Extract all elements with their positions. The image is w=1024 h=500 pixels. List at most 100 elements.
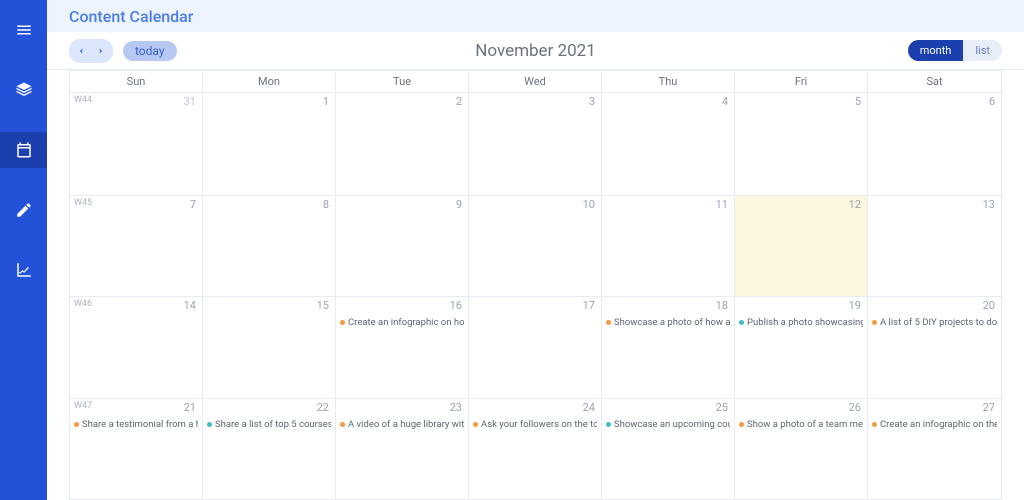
next-button[interactable] [91,40,111,62]
calendar-icon[interactable] [0,132,47,168]
calendar-cell[interactable]: W46 14 [70,297,203,398]
menu-icon[interactable] [0,12,47,48]
day-number: 11 [716,198,728,211]
calendar-cell[interactable]: 8 [203,196,336,297]
day-number: 8 [323,198,329,211]
event-dot-icon [606,422,611,427]
calendar-cell[interactable]: 9 [336,196,469,297]
day-header-cell: Wed [469,71,602,92]
calendar-cell[interactable]: 23A video of a huge library with … [336,399,469,500]
event-title: Create an infographic on the … [880,419,997,430]
calendar-cell[interactable]: 24 Ask your followers on the topi… [469,399,602,500]
calendar-grid: W4431123456W4578910111213W46141516Create… [69,92,1002,500]
day-number: 14 [184,299,196,312]
event-title: A list of 5 DIY projects to do ar… [880,317,997,328]
week-label: W44 [74,95,92,105]
calendar-event[interactable]: Publish a photo showcasing h… [739,317,863,328]
calendar-cell[interactable]: 26 Show a photo of a team meeti… [735,399,868,500]
week-label: W45 [74,198,92,208]
day-header: SunMonTueWedThuFriSat [69,70,1002,92]
day-number: 5 [855,95,861,108]
event-dot-icon [473,422,478,427]
calendar-cell[interactable]: W4721Share a testimonial from a ha… [70,399,203,500]
calendar-cell[interactable]: W4431 [70,93,203,195]
layers-icon[interactable] [0,72,47,108]
calendar-cell[interactable]: 10 [469,196,602,297]
calendar-cell[interactable]: 17 [469,297,602,398]
day-number: 12 [849,198,861,211]
event-dot-icon [74,422,79,427]
day-number: 17 [583,299,595,312]
calendar-cell[interactable]: 27Create an infographic on the … [868,399,1001,500]
week-label: W46 [74,299,92,309]
calendar-cell[interactable]: 20A list of 5 DIY projects to do ar… [868,297,1001,398]
day-number: 18 [716,299,728,312]
calendar-event[interactable]: Showcase an upcoming cours… [606,419,730,430]
edit-icon[interactable] [0,192,47,228]
calendar-cell[interactable]: W457 [70,196,203,297]
day-number: 2 [456,95,462,108]
view-month-button[interactable]: month [908,40,964,61]
calendar-cell[interactable]: 11 [602,196,735,297]
calendar-event[interactable]: A video of a huge library with … [340,419,464,430]
day-number: 26 [849,401,861,414]
event-title: Show a photo of a team meeti… [747,419,863,430]
today-button[interactable]: today [123,41,177,61]
day-number: 22 [317,401,329,414]
calendar-event[interactable]: Share a testimonial from a ha… [74,419,198,430]
event-title: Create an infographic on how … [348,317,464,328]
calendar-event[interactable]: Showcase a photo of how a b… [606,317,730,328]
prev-button[interactable] [71,40,91,62]
day-number: 15 [317,299,329,312]
event-title: Ask your followers on the topi… [481,419,597,430]
calendar-cell[interactable]: 18 Showcase a photo of how a b… [602,297,735,398]
calendar-cell[interactable]: 5 [735,93,868,195]
calendar-event[interactable]: Create an infographic on the … [872,419,997,430]
day-number: 4 [722,95,728,108]
day-header-cell: Sun [70,71,203,92]
calendar-cell[interactable]: 25 Showcase an upcoming cours… [602,399,735,500]
calendar-cell[interactable]: 3 [469,93,602,195]
calendar-cell[interactable]: 2 [336,93,469,195]
day-number: 21 [184,401,196,414]
calendar-cell[interactable]: 16Create an infographic on how … [336,297,469,398]
view-list-button[interactable]: list [963,40,1002,61]
day-header-cell: Thu [602,71,735,92]
event-title: Share a list of top 5 courses t… [215,419,331,430]
sidebar [0,0,47,500]
calendar-event[interactable]: Show a photo of a team meeti… [739,419,863,430]
calendar-row: W44311 23 4 5 6 [70,93,1001,195]
event-title: A video of a huge library with … [348,419,464,430]
calendar-event[interactable]: Ask your followers on the topi… [473,419,597,430]
day-number: 24 [583,401,595,414]
day-header-cell: Tue [336,71,469,92]
view-switch: month list [908,40,1002,61]
calendar-event[interactable]: Create an infographic on how … [340,317,464,328]
calendar-cell[interactable]: 13 [868,196,1001,297]
calendar-event[interactable]: Share a list of top 5 courses t… [207,419,331,430]
day-number: 25 [716,401,728,414]
event-dot-icon [340,320,345,325]
day-number: 10 [583,198,595,211]
calendar-event[interactable]: A list of 5 DIY projects to do ar… [872,317,997,328]
calendar-row: W4721Share a testimonial from a ha…22Sha… [70,398,1001,500]
event-title: Showcase a photo of how a b… [614,317,730,328]
chart-icon[interactable] [0,252,47,288]
calendar-cell[interactable]: 6 [868,93,1001,195]
day-number: 6 [989,95,995,108]
calendar-cell[interactable]: 22 Share a list of top 5 courses t… [203,399,336,500]
current-month-label: November 2021 [475,41,596,61]
day-number: 13 [983,198,995,211]
page-title: Content Calendar [69,7,193,26]
event-dot-icon [872,422,877,427]
calendar-cell[interactable]: 12 [735,196,868,297]
calendar-cell[interactable]: 15 [203,297,336,398]
calendar-cell[interactable]: 4 [602,93,735,195]
event-title: Showcase an upcoming cours… [614,419,730,430]
event-dot-icon [872,320,877,325]
calendar-cell[interactable]: 1 [203,93,336,195]
event-dot-icon [207,422,212,427]
event-dot-icon [340,422,345,427]
day-number: 9 [456,198,462,211]
calendar-cell[interactable]: 19Publish a photo showcasing h… [735,297,868,398]
